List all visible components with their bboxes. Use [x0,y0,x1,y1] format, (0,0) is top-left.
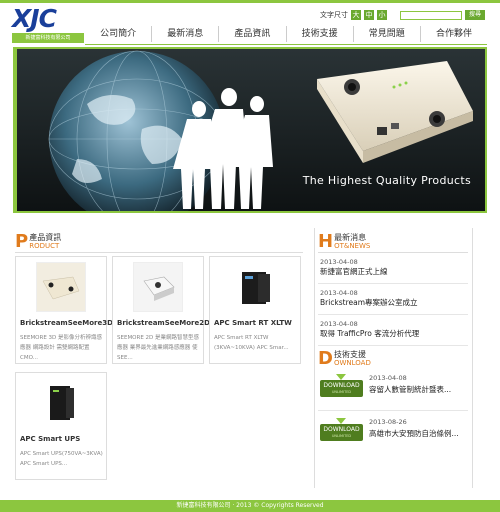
news-title-link[interactable]: 新捷富官網正式上線 [320,267,470,277]
download-badge-sub: UNLIMITED [331,390,352,394]
company-logo[interactable]: XJC 新捷富科技有限公司 [12,4,84,43]
nav-about[interactable]: 公司簡介 [85,26,153,42]
banner[interactable]: The Highest Quality Products [13,47,487,213]
footer: 新捷富科技有限公司 · 2013 © Copyrights Reserved [0,500,500,512]
banner-caption: The Highest Quality Products [302,174,471,187]
top-tools: 文字尺寸 大 中 小 搜尋 [320,10,485,20]
product-card[interactable]: BrickstreamSeeMore2D SEEMORE 2D 是業網路智慧型感… [112,256,210,364]
download-badge-label: DOWNLOAD [323,426,360,433]
product-card[interactable]: APC Smart RT XLTW APC Smart RT XLTW (3KV… [209,256,301,364]
download-separator [318,410,468,411]
download-item[interactable]: DOWNLOAD UNLIMITED 2013-08-26 高雄市大安預防自治條… [320,418,470,454]
product-image [133,262,183,312]
news-divider [318,252,468,253]
download-date: 2013-08-26 [369,418,407,426]
product-image [36,378,86,428]
product-card[interactable]: BrickstreamSeeMore3D SEEMORE 3D 是影像分析辨識感… [15,256,113,364]
downloads-title: 技術支援 [333,350,366,359]
news-title-link[interactable]: 取得 TrafficPro 客流分析代理 [320,329,470,339]
nav-news[interactable]: 最新消息 [152,26,220,42]
products-initial: P [15,231,29,252]
products-title-en: RODUCT [29,242,60,250]
download-item[interactable]: DOWNLOAD UNLIMITED 2013-04-08 容留人數管制統計暨表… [320,374,470,410]
products-heading: P 產品資訊 RODUCT [15,233,61,251]
logo-tagline: 新捷富科技有限公司 [12,33,84,43]
font-size-large-button[interactable]: 大 [351,10,361,20]
download-badge: DOWNLOAD UNLIMITED [320,380,363,397]
news-heading: H 最新消息 OT&NEWS [318,233,370,251]
news-separator [318,283,468,284]
font-size-label: 文字尺寸 [320,11,348,19]
download-badge-label: DOWNLOAD [323,382,360,389]
product-image [36,262,86,312]
product-desc: APC Smart RT XLTW (3KVA~10KVA) APC Smar.… [214,335,289,351]
products-title: 產品資訊 [29,233,62,242]
downloads-title-en: OWNLOAD [333,359,371,367]
nav-faq[interactable]: 常見問題 [354,26,421,42]
news-item[interactable]: 2013-04-08 取得 TrafficPro 客流分析代理 [320,320,470,339]
right-column-border-right [472,228,473,488]
product-name[interactable]: BrickstreamSeeMore2D [117,319,210,327]
download-badge: DOWNLOAD UNLIMITED [320,424,363,441]
nav-support[interactable]: 技術支援 [287,26,354,42]
download-title-link[interactable]: 高雄市大安預防自治條例... [369,428,459,439]
font-size-medium-button[interactable]: 中 [364,10,374,20]
product-desc: SEEMORE 2D 是業網路智慧型感應器 業界最先進業網路感應器 使SEE..… [117,335,200,361]
products-divider [15,252,303,253]
right-column-border-left [314,228,315,488]
product-name[interactable]: APC Smart UPS [20,435,80,443]
main-nav: 公司簡介 最新消息 產品資訊 技術支援 常見問題 合作夥伴 [85,26,487,42]
product-desc: APC Smart UPS(750VA~3KVA) APC Smart UPS.… [20,451,103,467]
download-icon[interactable]: DOWNLOAD UNLIMITED [320,418,363,448]
news-separator [318,345,468,346]
top-accent-line [0,0,500,3]
nav-divider [85,44,487,45]
news-title-en: OT&NEWS [334,242,371,250]
search-input[interactable] [400,10,462,20]
font-size-small-button[interactable]: 小 [377,10,387,20]
nav-products[interactable]: 產品資訊 [219,26,287,42]
search-button[interactable]: 搜尋 [465,10,485,20]
logo-mark: XJC [12,4,57,33]
downloads-initial: D [318,348,333,369]
product-card[interactable]: APC Smart UPS APC Smart UPS(750VA~3KVA) … [15,372,107,480]
news-item[interactable]: 2013-04-08 Brickstream專案辦公室成立 [320,289,470,308]
news-title-link[interactable]: Brickstream專案辦公室成立 [320,298,470,308]
download-badge-sub: UNLIMITED [331,434,352,438]
product-desc: SEEMORE 3D 是影像分析辨識感應器 網路設計 需雙網路配置CMO... [20,335,103,361]
news-title: 最新消息 [334,233,367,242]
product-name[interactable]: APC Smart RT XLTW [214,319,292,327]
news-date: 2013-04-08 [320,258,358,266]
news-item[interactable]: 2013-04-08 新捷富官網正式上線 [320,258,470,277]
news-initial: H [318,231,334,252]
download-title-link[interactable]: 容留人數管制統計暨表... [369,384,451,395]
product-image [230,262,280,312]
nav-partners[interactable]: 合作夥伴 [421,26,487,42]
product-name[interactable]: BrickstreamSeeMore3D [20,319,113,327]
news-date: 2013-04-08 [320,320,358,328]
news-date: 2013-04-08 [320,289,358,297]
download-icon[interactable]: DOWNLOAD UNLIMITED [320,374,363,404]
downloads-heading: D 技術支援 OWNLOAD [318,350,371,368]
news-separator [318,314,468,315]
download-date: 2013-04-08 [369,374,407,382]
banner-image: The Highest Quality Products [17,49,485,211]
sensor-device [317,61,473,163]
